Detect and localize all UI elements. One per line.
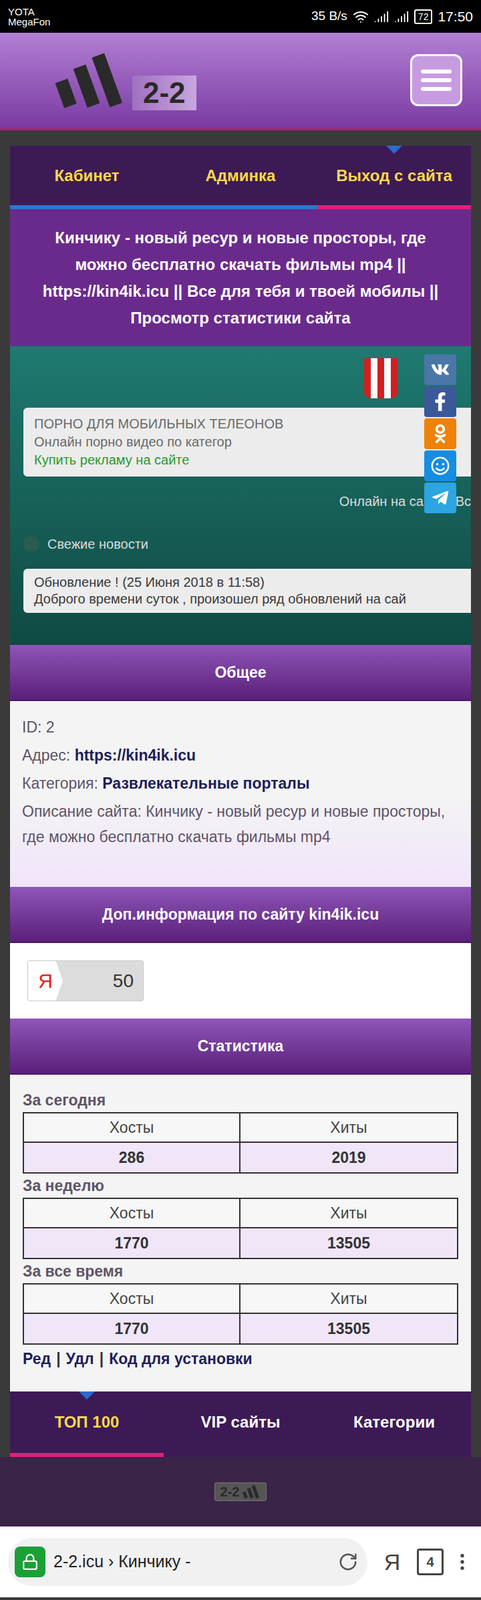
site-header: 2-2 xyxy=(0,32,481,131)
logo-bars-icon xyxy=(53,50,127,111)
info-row: ID: 2 xyxy=(22,714,459,740)
stats-action-link[interactable]: Удл xyxy=(66,1346,95,1371)
lock-icon xyxy=(21,1552,39,1570)
browser-bar: 2-2.icu › Кинчику - Я4 xyxy=(0,1525,481,1597)
signal-icon xyxy=(374,9,389,25)
info-row: Описание сайта: Кинчику - новый ресур и … xyxy=(22,798,459,850)
info-link[interactable]: Развлекательные порталы xyxy=(102,774,310,792)
bottom-nav-item[interactable]: ТОП 100 xyxy=(10,1390,164,1457)
top-nav: КабинетАдминкаВыход с сайта xyxy=(10,145,471,210)
info-row: Категория: Развлекательные порталы xyxy=(22,770,459,796)
clock: 17:50 xyxy=(437,6,473,28)
info-value: 2 xyxy=(46,718,55,736)
stats-action-link[interactable]: Код для установки xyxy=(108,1346,253,1371)
top-nav-item[interactable]: Кабинет xyxy=(10,145,164,210)
wifi-icon xyxy=(352,8,369,25)
signal-icon xyxy=(394,9,409,25)
site-logo[interactable]: 2-2 xyxy=(53,50,197,111)
mail-icon xyxy=(430,456,450,475)
preview-ad-card: ПОРНО ДЛЯ МОБИЛЬНЫХ ТЕЛЕОНОВОнлайн порно… xyxy=(23,407,471,477)
share-telegram-button[interactable] xyxy=(424,482,457,514)
site-title: Кинчику - новый ресур и новые просторы, … xyxy=(10,209,471,347)
info-link[interactable]: https://kin4ik.icu xyxy=(74,746,196,764)
extra-header: Доп.информация по сайту kin4ik.icu xyxy=(10,886,471,943)
reload-icon[interactable] xyxy=(338,1551,359,1572)
carrier-2: MegaFon xyxy=(8,16,51,27)
stats-table: ХостыХиты2862019 xyxy=(22,1111,459,1174)
active-marker-icon xyxy=(78,1390,95,1399)
tabs-button[interactable]: 4 xyxy=(416,1547,444,1575)
url-field[interactable]: 2-2.icu › Кинчику - xyxy=(8,1537,368,1586)
share-ok-button[interactable] xyxy=(424,418,457,449)
share-bar xyxy=(424,354,457,514)
page: YOTAMegaFon 35 B/s 7217:50 2-2 КабинетАдминк… xyxy=(0,0,481,1600)
battery: 72 xyxy=(414,9,433,25)
status-bar: YOTAMegaFon 35 B/s 7217:50 xyxy=(0,0,481,33)
ok-icon xyxy=(430,424,450,443)
stats-period: За сегодняХостыХиты2862019 xyxy=(22,1087,459,1174)
vk-icon xyxy=(430,360,450,379)
stats-period: За все времяХостыХиты177013505 xyxy=(22,1258,459,1345)
yandex-badge[interactable]: Я50 xyxy=(27,959,144,1001)
general-info: ID: 2Адрес: https://kin4ik.icuКатегория:… xyxy=(10,700,471,887)
info-row: Адрес: https://kin4ik.icu xyxy=(22,742,459,768)
facebook-icon xyxy=(430,392,450,411)
stats-table: ХостыХиты177013505 xyxy=(22,1197,459,1259)
footer-logo[interactable]: 2-2 xyxy=(214,1481,268,1501)
bottom-nav-item[interactable]: Категории xyxy=(317,1390,471,1457)
net-speed: 35 B/s xyxy=(311,6,348,27)
logo-bars-icon xyxy=(241,1483,261,1499)
menu-button[interactable] xyxy=(410,54,463,107)
yandex-search-button[interactable]: Я xyxy=(375,1544,409,1579)
more-icon[interactable] xyxy=(451,1550,473,1572)
stats-period: За неделюХостыХиты177013505 xyxy=(22,1173,459,1259)
active-marker-icon xyxy=(386,145,403,154)
site-footer: 2-2 xyxy=(0,1456,481,1526)
general-header: Общее xyxy=(10,644,471,701)
preview-news-card: Обновление ! (25 Июня 2018 в 11:58)Добро… xyxy=(23,568,471,613)
stats-action-link[interactable]: Ред xyxy=(22,1346,51,1371)
popcorn-icon xyxy=(364,358,398,399)
share-mail-button[interactable] xyxy=(424,450,457,481)
stats-table: ХостыХиты177013505 xyxy=(22,1282,459,1345)
extra-info: Я50 xyxy=(10,942,471,1019)
telegram-icon xyxy=(430,488,450,508)
top-nav-item[interactable]: Админка xyxy=(163,145,318,210)
stats: За сегодняХостыХиты2862019За неделюХосты… xyxy=(10,1074,471,1391)
carrier-1: YOTA xyxy=(8,6,51,17)
stats-actions: Ред|Удл|Код для установки xyxy=(22,1346,459,1371)
share-facebook-button[interactable] xyxy=(424,386,457,417)
share-vk-button[interactable] xyxy=(424,354,457,385)
bottom-nav-item[interactable]: VIP сайты xyxy=(163,1390,318,1457)
stats-header: Статистика xyxy=(10,1018,471,1075)
site-preview: ПОРНО ДЛЯ МОБИЛЬНЫХ ТЕЛЕОНОВОнлайн порно… xyxy=(10,346,471,645)
top-nav-item[interactable]: Выход с сайта xyxy=(317,145,471,210)
content-column: КабинетАдминкаВыход с сайтаКинчику - нов… xyxy=(10,145,471,1457)
bottom-nav: ТОП 100VIP сайтыКатегории xyxy=(10,1390,471,1457)
